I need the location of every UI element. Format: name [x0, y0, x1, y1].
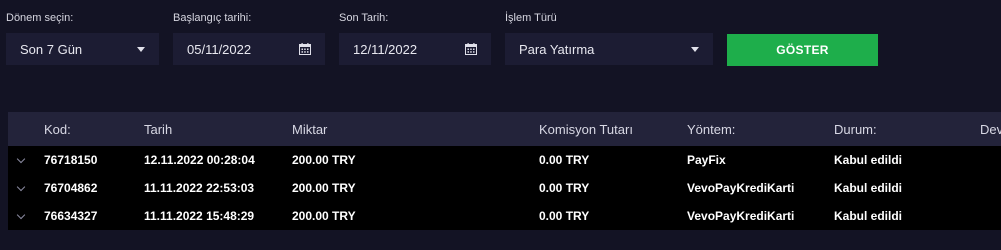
period-select[interactable]: Son 7 Gün [6, 33, 159, 65]
transaction-type-label: İşlem Türü [505, 12, 557, 24]
row-status: Kabul edildi [834, 181, 903, 195]
row-method: PayFix [687, 153, 726, 167]
table-row[interactable]: 76704862 11.11.2022 22:53:03 200.00 TRY … [8, 174, 1001, 202]
row-code: 76634327 [44, 209, 98, 223]
row-date: 11.11.2022 15:48:29 [144, 209, 255, 223]
header-extra: Dev [980, 122, 1001, 137]
row-date: 11.11.2022 22:53:03 [144, 181, 255, 195]
show-button[interactable]: GÖSTER [727, 34, 878, 66]
header-commission: Komisyon Tutarı [539, 122, 633, 137]
row-date: 12.11.2022 00:28:04 [144, 153, 255, 167]
chevron-down-icon[interactable] [16, 182, 26, 192]
end-date-field[interactable]: 12/11/2022 [339, 33, 491, 65]
end-date-value: 12/11/2022 [353, 41, 418, 57]
period-label: Dönem seçin: [6, 12, 74, 24]
transaction-type-select[interactable]: Para Yatırma [505, 33, 713, 65]
calendar-icon[interactable] [465, 43, 477, 55]
row-amount: 200.00 TRY [292, 209, 356, 223]
transaction-type-value: Para Yatırma [519, 41, 595, 57]
table-header: Kod: Tarih Miktar Komisyon Tutarı Yöntem… [8, 112, 1001, 146]
transactions-table: Kod: Tarih Miktar Komisyon Tutarı Yöntem… [8, 112, 1001, 230]
header-method: Yöntem: [687, 122, 736, 137]
header-date: Tarih [144, 122, 173, 137]
table-row[interactable]: 76718150 12.11.2022 00:28:04 200.00 TRY … [8, 146, 1001, 174]
chevron-down-icon[interactable] [16, 210, 26, 220]
row-commission: 0.00 TRY [539, 153, 590, 167]
end-date-label: Son Tarih: [339, 12, 389, 24]
row-code: 76704862 [44, 181, 98, 195]
row-method: VevoPayKrediKarti [687, 209, 795, 223]
start-date-value: 05/11/2022 [187, 41, 252, 57]
header-code: Kod: [44, 122, 71, 137]
start-date-label: Başlangıç tarihi: [173, 12, 252, 24]
row-commission: 0.00 TRY [539, 181, 590, 195]
row-status: Kabul edildi [834, 209, 903, 223]
row-status: Kabul edildi [834, 153, 903, 167]
row-commission: 0.00 TRY [539, 209, 590, 223]
chevron-down-icon [691, 46, 699, 52]
row-amount: 200.00 TRY [292, 181, 356, 195]
chevron-down-icon [137, 46, 145, 52]
row-method: VevoPayKrediKarti [687, 181, 795, 195]
chevron-down-icon[interactable] [16, 154, 26, 164]
header-amount: Miktar [292, 122, 328, 137]
period-value: Son 7 Gün [20, 41, 83, 57]
row-amount: 200.00 TRY [292, 153, 356, 167]
table-row[interactable]: 76634327 11.11.2022 15:48:29 200.00 TRY … [8, 202, 1001, 230]
start-date-field[interactable]: 05/11/2022 [173, 33, 325, 65]
calendar-icon[interactable] [299, 43, 311, 55]
row-code: 76718150 [44, 153, 98, 167]
header-status: Durum: [834, 122, 877, 137]
